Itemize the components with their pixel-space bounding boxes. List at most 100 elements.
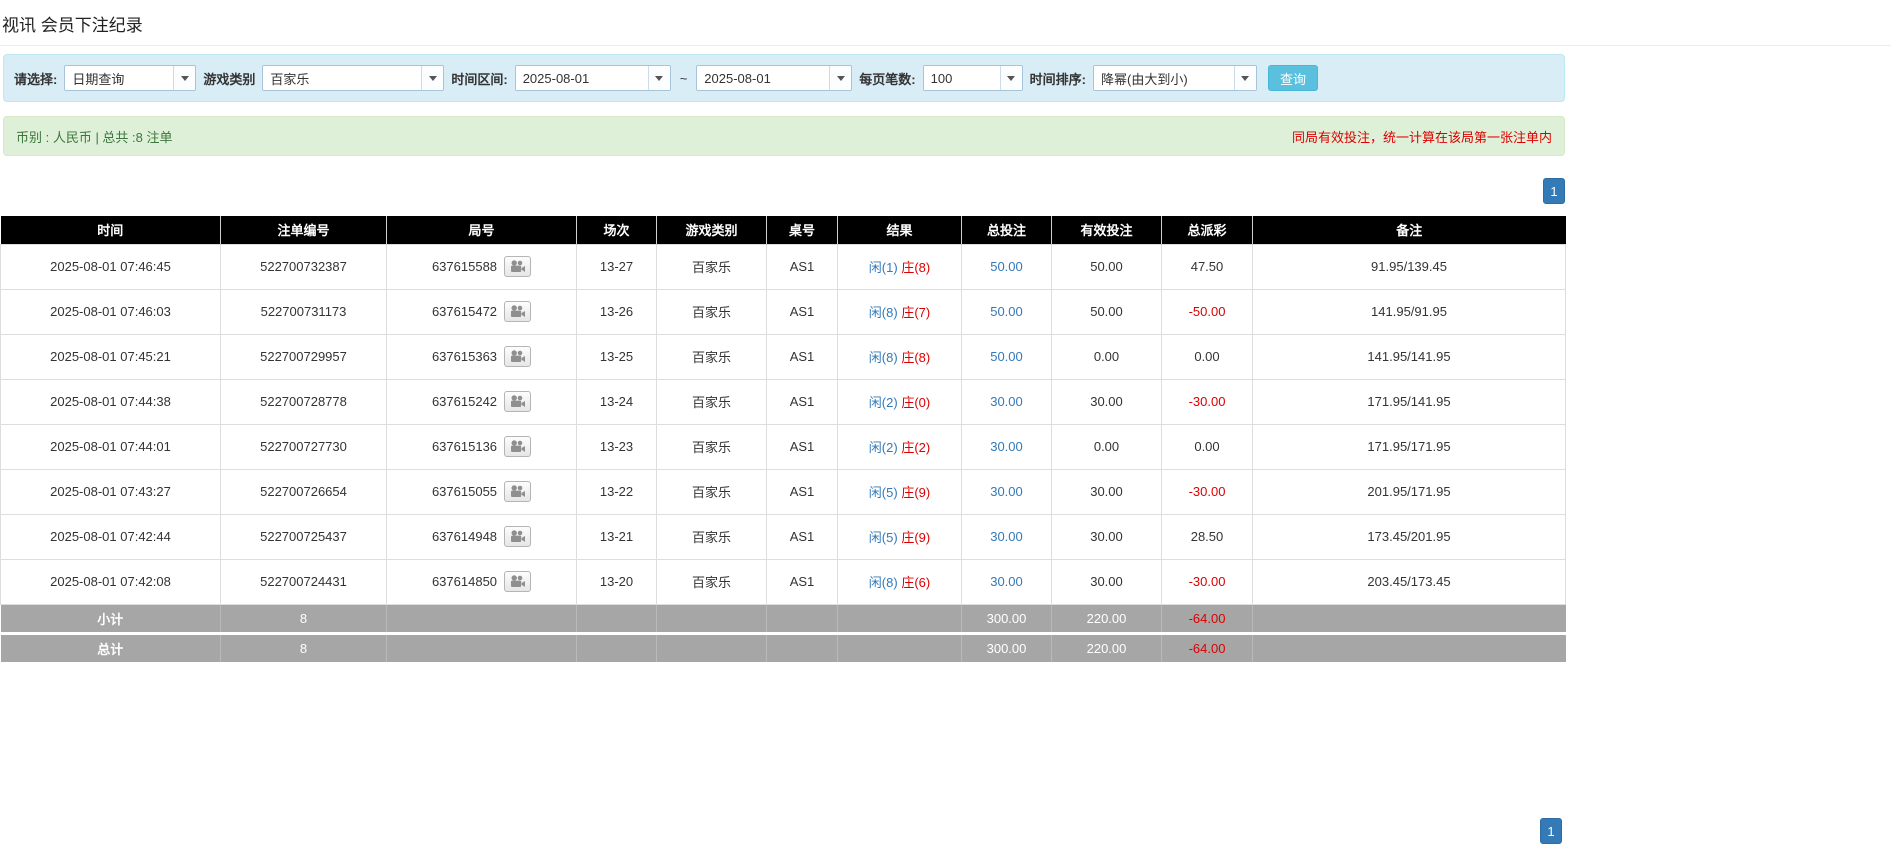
header-bet-id: 注单编号 xyxy=(221,216,387,244)
game-type-input[interactable] xyxy=(263,66,421,90)
video-replay-button[interactable] xyxy=(504,256,531,277)
table-row: 2025-08-01 07:44:01 522700727730 6376151… xyxy=(1,424,1566,469)
bet-records-table: 时间 注单编号 局号 场次 游戏类别 桌号 结果 总投注 有效投注 总派彩 备注… xyxy=(0,216,1566,662)
result-player: 闲(2) xyxy=(869,440,898,455)
video-camera-icon xyxy=(510,530,525,543)
cell-remark: 171.95/141.95 xyxy=(1253,379,1566,424)
cell-session: 13-22 xyxy=(577,469,657,514)
table-row: 2025-08-01 07:42:44 522700725437 6376149… xyxy=(1,514,1566,559)
sort-combobox[interactable] xyxy=(1093,65,1257,91)
result-banker: 庄(7) xyxy=(901,305,930,320)
date-from-input[interactable] xyxy=(516,66,648,90)
result-banker: 庄(0) xyxy=(901,395,930,410)
cell-payout: 0.00 xyxy=(1162,334,1253,379)
total-bet-link[interactable]: 30.00 xyxy=(990,574,1023,589)
cell-remark: 203.45/173.45 xyxy=(1253,559,1566,604)
video-replay-button[interactable] xyxy=(504,571,531,592)
date-query-input[interactable] xyxy=(65,66,173,90)
cell-bet-id: 522700728778 xyxy=(221,379,387,424)
cell-table-no: AS1 xyxy=(767,289,838,334)
cell-result: 闲(2) 庄(2) xyxy=(838,424,962,469)
video-replay-button[interactable] xyxy=(504,481,531,502)
cell-round-id: 637614948 xyxy=(387,514,577,559)
game-type-combobox[interactable] xyxy=(262,65,444,91)
round-id-text: 637615136 xyxy=(432,439,497,454)
cell-time: 2025-08-01 07:46:03 xyxy=(1,289,221,334)
total-bet-link[interactable]: 50.00 xyxy=(990,304,1023,319)
header-table-no: 桌号 xyxy=(767,216,838,244)
table-body: 2025-08-01 07:46:45 522700732387 6376155… xyxy=(1,244,1566,604)
cell-round-id: 637615136 xyxy=(387,424,577,469)
chevron-down-icon[interactable] xyxy=(1234,66,1256,90)
date-to-input[interactable] xyxy=(697,66,829,90)
result-banker: 庄(6) xyxy=(901,575,930,590)
cell-round-id: 637615588 xyxy=(387,244,577,289)
table-row: 2025-08-01 07:42:08 522700724431 6376148… xyxy=(1,559,1566,604)
video-camera-icon xyxy=(510,260,525,273)
header-game-type: 游戏类别 xyxy=(657,216,767,244)
cell-table-no: AS1 xyxy=(767,424,838,469)
pagination-page-1[interactable]: 1 xyxy=(1543,178,1565,204)
total-bet-link[interactable]: 30.00 xyxy=(990,529,1023,544)
cell-total-bet: 50.00 xyxy=(962,289,1052,334)
cell-table-no: AS1 xyxy=(767,469,838,514)
game-type-label: 游戏类别 xyxy=(203,69,255,88)
pagination-page-1-bottom[interactable]: 1 xyxy=(1540,818,1562,844)
pagination-top: 1 xyxy=(3,178,1565,204)
round-id-text: 637614948 xyxy=(432,529,497,544)
cell-total-bet: 30.00 xyxy=(962,514,1052,559)
video-replay-button[interactable] xyxy=(504,391,531,412)
sort-input[interactable] xyxy=(1094,66,1234,90)
cell-game-type: 百家乐 xyxy=(657,289,767,334)
page: 视讯 会员下注纪录 请选择: 游戏类别 时间区间: ~ xyxy=(0,0,1894,827)
cell-bet-id: 522700727730 xyxy=(221,424,387,469)
title-bar: 视讯 会员下注纪录 xyxy=(0,0,1891,46)
date-to-combobox[interactable] xyxy=(696,65,852,91)
total-label: 总计 xyxy=(1,633,221,662)
cell-valid-bet: 30.00 xyxy=(1052,514,1162,559)
video-camera-icon xyxy=(510,485,525,498)
round-id-text: 637615055 xyxy=(432,484,497,499)
cell-game-type: 百家乐 xyxy=(657,334,767,379)
time-range-label: 时间区间: xyxy=(451,69,507,88)
subtotal-payout: -64.00 xyxy=(1162,604,1253,633)
total-bet-link[interactable]: 50.00 xyxy=(990,349,1023,364)
cell-remark: 141.95/141.95 xyxy=(1253,334,1566,379)
result-player: 闲(5) xyxy=(869,485,898,500)
cell-total-bet: 50.00 xyxy=(962,334,1052,379)
cell-result: 闲(8) 庄(8) xyxy=(838,334,962,379)
total-bet-link[interactable]: 50.00 xyxy=(990,259,1023,274)
chevron-down-icon[interactable] xyxy=(829,66,851,90)
cell-valid-bet: 30.00 xyxy=(1052,559,1162,604)
total-bet-link[interactable]: 30.00 xyxy=(990,484,1023,499)
cell-game-type: 百家乐 xyxy=(657,424,767,469)
page-size-combobox[interactable] xyxy=(923,65,1023,91)
cell-total-bet: 30.00 xyxy=(962,469,1052,514)
date-query-combobox[interactable] xyxy=(64,65,196,91)
total-total-bet: 300.00 xyxy=(962,633,1052,662)
video-replay-button[interactable] xyxy=(504,301,531,322)
chevron-down-icon[interactable] xyxy=(1000,66,1022,90)
video-replay-button[interactable] xyxy=(504,526,531,547)
query-button[interactable]: 查询 xyxy=(1268,65,1318,91)
cell-game-type: 百家乐 xyxy=(657,469,767,514)
result-banker: 庄(9) xyxy=(901,530,930,545)
select-label: 请选择: xyxy=(14,69,57,88)
total-bet-link[interactable]: 30.00 xyxy=(990,439,1023,454)
header-round-id: 局号 xyxy=(387,216,577,244)
table-row: 2025-08-01 07:46:45 522700732387 6376155… xyxy=(1,244,1566,289)
video-replay-button[interactable] xyxy=(504,346,531,367)
cell-time: 2025-08-01 07:42:44 xyxy=(1,514,221,559)
video-replay-button[interactable] xyxy=(504,436,531,457)
round-id-text: 637615242 xyxy=(432,394,497,409)
date-from-combobox[interactable] xyxy=(515,65,671,91)
chevron-down-icon[interactable] xyxy=(648,66,670,90)
chevron-down-icon[interactable] xyxy=(421,66,443,90)
table-row: 2025-08-01 07:46:03 522700731173 6376154… xyxy=(1,289,1566,334)
total-bet-link[interactable]: 30.00 xyxy=(990,394,1023,409)
valid-bet-notice: 同局有效投注，统一计算在该局第一张注单内 xyxy=(1292,127,1552,146)
chevron-down-icon[interactable] xyxy=(173,66,195,90)
table-row: 2025-08-01 07:45:21 522700729957 6376153… xyxy=(1,334,1566,379)
page-size-input[interactable] xyxy=(924,66,1000,90)
cell-session: 13-26 xyxy=(577,289,657,334)
